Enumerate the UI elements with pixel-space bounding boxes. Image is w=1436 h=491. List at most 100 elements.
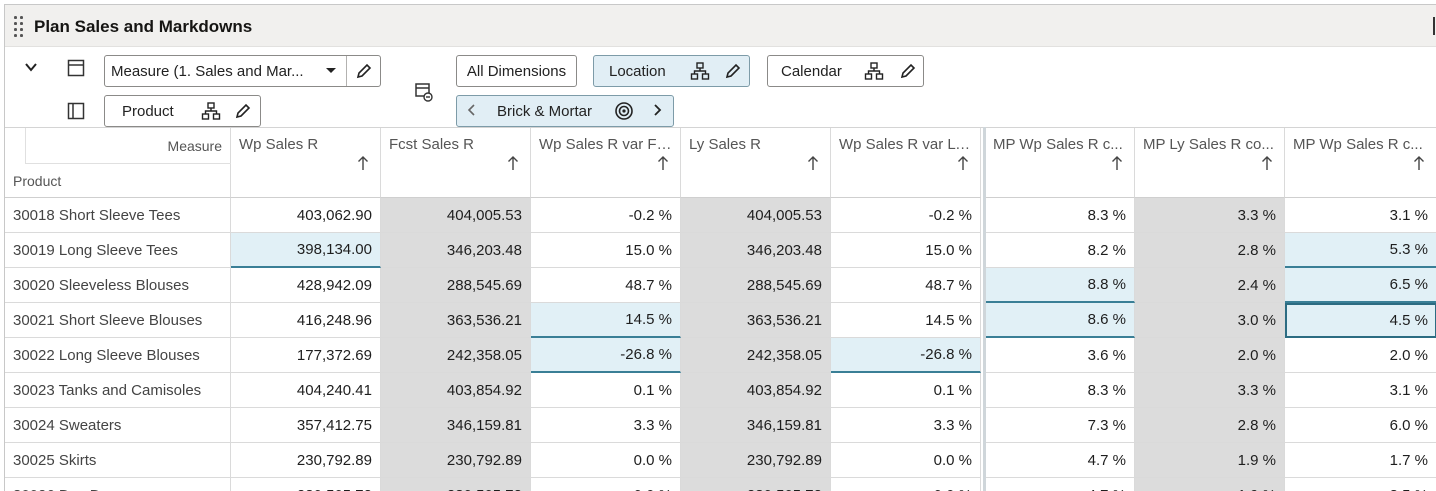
grid-cell[interactable]: -26.8 % — [831, 338, 981, 373]
hierarchy-icon[interactable] — [690, 61, 710, 81]
grid-cell[interactable]: 14.5 % — [531, 303, 681, 338]
chevron-down-icon[interactable] — [21, 57, 41, 77]
column-header[interactable]: Wp Sales R var Fc... — [531, 128, 681, 198]
grid-cell[interactable]: 404,240.41 — [231, 373, 381, 408]
row-header[interactable]: 30022 Long Sleeve Blouses — [5, 338, 231, 373]
grid-cell[interactable]: 8.3 % — [985, 198, 1135, 233]
layout-rows-icon[interactable] — [67, 59, 85, 77]
grid-cell[interactable]: 3.3 % — [531, 408, 681, 443]
grid-cell[interactable]: 0.1 % — [531, 373, 681, 408]
grid-cell[interactable]: 0.0 % — [531, 443, 681, 478]
grid-cell[interactable]: 403,854.92 — [381, 373, 531, 408]
grid-cell[interactable]: 230,505.72 — [381, 478, 531, 491]
grid-cell[interactable]: 6.0 % — [1285, 408, 1436, 443]
grid-cell[interactable]: 3.0 % — [1135, 303, 1285, 338]
grid-cell[interactable]: 3.1 % — [1285, 373, 1436, 408]
grid-cell[interactable]: 8.3 % — [985, 373, 1135, 408]
column-header[interactable]: Wp Sales R — [231, 128, 381, 198]
grid-cell[interactable]: 363,536.21 — [681, 303, 831, 338]
sort-ascending-icon[interactable] — [1412, 154, 1426, 172]
grid-cell[interactable]: 346,203.48 — [681, 233, 831, 268]
grid-cell[interactable]: 404,005.53 — [381, 198, 531, 233]
product-dimension-tile[interactable]: Product — [104, 95, 261, 127]
grid-cell[interactable]: 7.3 % — [985, 408, 1135, 443]
grid-cell[interactable]: 1.9 % — [1135, 478, 1285, 491]
column-header[interactable]: MP Ly Sales R co... — [1135, 128, 1285, 198]
sort-ascending-icon[interactable] — [506, 154, 520, 172]
grid-cell[interactable]: 8.2 % — [985, 233, 1135, 268]
sort-ascending-icon[interactable] — [1260, 154, 1274, 172]
grid-cell[interactable]: 1.9 % — [1135, 443, 1285, 478]
grid-cell[interactable]: 346,203.48 — [381, 233, 531, 268]
grid-cell[interactable]: 15.0 % — [531, 233, 681, 268]
calendar-dimension-tile[interactable]: Calendar — [767, 55, 924, 87]
grid-cell[interactable]: 3.5 % — [1285, 478, 1436, 491]
grid-cell[interactable]: 428,942.09 — [231, 268, 381, 303]
grid-cell[interactable]: 230,792.89 — [381, 443, 531, 478]
grid-cell[interactable]: 5.3 % — [1285, 233, 1436, 268]
grid-cell[interactable]: 2.0 % — [1285, 338, 1436, 373]
grid-cell[interactable]: -0.2 % — [531, 198, 681, 233]
chevron-left-icon[interactable] — [464, 102, 480, 118]
edit-pencil-icon[interactable] — [723, 61, 743, 81]
grid-cell[interactable]: 48.7 % — [531, 268, 681, 303]
row-header[interactable]: 30019 Long Sleeve Tees — [5, 233, 231, 268]
grid-cell[interactable]: 363,536.21 — [381, 303, 531, 338]
sort-ascending-icon[interactable] — [656, 154, 670, 172]
chevron-right-icon[interactable] — [649, 102, 665, 118]
all-dimensions-button[interactable]: All Dimensions — [456, 55, 577, 87]
grid-cell[interactable]: 2.0 % — [1135, 338, 1285, 373]
grid-cell[interactable]: 0.0 % — [831, 478, 981, 491]
layout-columns-icon[interactable] — [67, 102, 85, 120]
sort-ascending-icon[interactable] — [956, 154, 970, 172]
column-header[interactable]: MP Wp Sales R c... — [985, 128, 1135, 198]
measure-dropdown[interactable]: Measure (1. Sales and Mar... — [104, 55, 381, 87]
row-header[interactable]: 30025 Skirts — [5, 443, 231, 478]
grid-cell[interactable]: 2.4 % — [1135, 268, 1285, 303]
edit-pencil-icon[interactable] — [898, 61, 918, 81]
grid-cell[interactable]: -26.8 % — [531, 338, 681, 373]
column-header[interactable]: Fcst Sales R — [381, 128, 531, 198]
grid-cell[interactable]: 8.8 % — [985, 268, 1135, 303]
grid-cell[interactable]: 2.8 % — [1135, 233, 1285, 268]
location-dimension-tile[interactable]: Location — [593, 55, 750, 87]
grid-cell[interactable]: 4.7 % — [985, 443, 1135, 478]
sort-ascending-icon[interactable] — [1110, 154, 1124, 172]
grid-cell[interactable]: 2.8 % — [1135, 408, 1285, 443]
grid-cell[interactable]: -0.2 % — [831, 198, 981, 233]
grid-cell[interactable]: 346,159.81 — [681, 408, 831, 443]
grid-cell[interactable]: 357,412.75 — [231, 408, 381, 443]
grid-cell[interactable]: 0.0 % — [531, 478, 681, 491]
target-icon[interactable] — [614, 101, 634, 121]
grid-cell[interactable]: 3.3 % — [1135, 373, 1285, 408]
grid-cell[interactable]: 288,545.69 — [381, 268, 531, 303]
grid-cell[interactable]: 1.7 % — [1285, 443, 1436, 478]
hierarchy-icon[interactable] — [201, 101, 221, 121]
grid-cell[interactable]: 242,358.05 — [381, 338, 531, 373]
grid-cell[interactable]: 8.6 % — [985, 303, 1135, 338]
grid-cell[interactable]: 403,854.92 — [681, 373, 831, 408]
row-header[interactable]: 30024 Sweaters — [5, 408, 231, 443]
grid-cell[interactable]: 14.5 % — [831, 303, 981, 338]
grid-cell[interactable]: 15.0 % — [831, 233, 981, 268]
row-header[interactable]: 30026 Day Dresses — [5, 478, 231, 491]
grid-cell[interactable]: 4.7 % — [985, 478, 1135, 491]
row-header[interactable]: 30020 Sleeveless Blouses — [5, 268, 231, 303]
edit-pencil-icon[interactable] — [354, 61, 374, 81]
grid-cell[interactable]: 230,792.89 — [681, 443, 831, 478]
grid-cell[interactable]: 6.5 % — [1285, 268, 1436, 303]
grid-cell[interactable]: 3.6 % — [985, 338, 1135, 373]
pivot-swap-icon[interactable] — [414, 82, 434, 102]
grid-cell[interactable]: 242,358.05 — [681, 338, 831, 373]
grid-cell[interactable]: 177,372.69 — [231, 338, 381, 373]
column-header[interactable]: Ly Sales R — [681, 128, 831, 198]
grid-cell[interactable]: 230,792.89 — [231, 443, 381, 478]
grid-cell[interactable]: 4.5 % — [1285, 303, 1436, 338]
grid-cell[interactable]: 230,505.72 — [231, 478, 381, 491]
grid-cell[interactable]: 3.3 % — [1135, 198, 1285, 233]
sort-ascending-icon[interactable] — [356, 154, 370, 172]
grid-cell[interactable]: 48.7 % — [831, 268, 981, 303]
grid-cell[interactable]: 0.1 % — [831, 373, 981, 408]
grid-cell[interactable]: 230,505.72 — [681, 478, 831, 491]
grid-cell[interactable]: 403,062.90 — [231, 198, 381, 233]
